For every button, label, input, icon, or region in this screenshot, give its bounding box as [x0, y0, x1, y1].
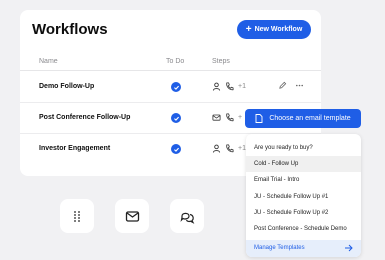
chat-button[interactable] — [170, 199, 204, 233]
row-actions — [278, 81, 304, 90]
check-icon — [171, 144, 181, 154]
template-option[interactable]: Cold - Follow Up — [246, 156, 361, 172]
edit-pencil-icon[interactable] — [278, 81, 287, 90]
workflow-name: Demo Follow-Up — [39, 83, 95, 90]
column-header-todo: To Do — [166, 58, 185, 65]
manage-templates-link[interactable]: Manage Templates — [246, 240, 361, 257]
steps-cell: +1 — [212, 144, 246, 153]
page-title: Workflows — [32, 21, 108, 38]
steps-more-count: +1 — [238, 145, 246, 152]
person-icon — [212, 144, 221, 153]
steps-cell: +1 — [212, 82, 246, 91]
workflow-name: Post Conference Follow-Up — [39, 114, 131, 121]
chat-bubbles-icon — [180, 212, 194, 224]
column-header-name: Name — [39, 58, 58, 65]
check-icon — [171, 113, 181, 123]
mail-icon — [212, 114, 221, 121]
email-button[interactable] — [115, 199, 149, 233]
steps-more-count: + — [238, 114, 243, 121]
arrow-right-icon — [345, 244, 353, 252]
choose-email-template-button[interactable]: Choose an email template — [245, 109, 361, 128]
document-icon — [255, 114, 263, 123]
email-template-menu: Are you ready to buy? Cold - Follow Up E… — [246, 134, 361, 257]
mail-icon — [125, 210, 139, 222]
more-options-icon[interactable] — [295, 81, 304, 90]
steps-cell: + — [212, 113, 242, 122]
manage-templates-label: Manage Templates — [254, 245, 305, 251]
table-row[interactable]: Demo Follow-Up +1 — [20, 72, 321, 103]
table-header: Name To Do Steps — [20, 52, 321, 71]
workflow-name: Investor Engagement — [39, 145, 111, 152]
plus-icon: + — [245, 23, 252, 35]
template-option[interactable]: Post Conference - Schedule Demo — [246, 221, 361, 237]
dialpad-icon — [73, 210, 80, 222]
template-option[interactable]: JU - Schedule Follow Up #1 — [246, 189, 361, 205]
new-workflow-button[interactable]: + New Workflow — [237, 20, 311, 39]
person-icon — [212, 82, 221, 91]
check-icon — [171, 82, 181, 92]
template-option[interactable]: JU - Schedule Follow Up #2 — [246, 205, 361, 221]
steps-more-count: +1 — [238, 83, 246, 90]
phone-icon — [226, 82, 234, 91]
template-option[interactable]: Are you ready to buy? — [246, 140, 361, 156]
template-option[interactable]: Email Trial - Intro — [246, 172, 361, 188]
choose-email-template-label: Choose an email template — [269, 115, 351, 122]
phone-icon — [226, 144, 234, 153]
dialpad-button[interactable] — [60, 199, 94, 233]
column-header-steps: Steps — [212, 58, 230, 65]
new-workflow-label: New Workflow — [254, 26, 303, 33]
phone-icon — [226, 113, 234, 122]
